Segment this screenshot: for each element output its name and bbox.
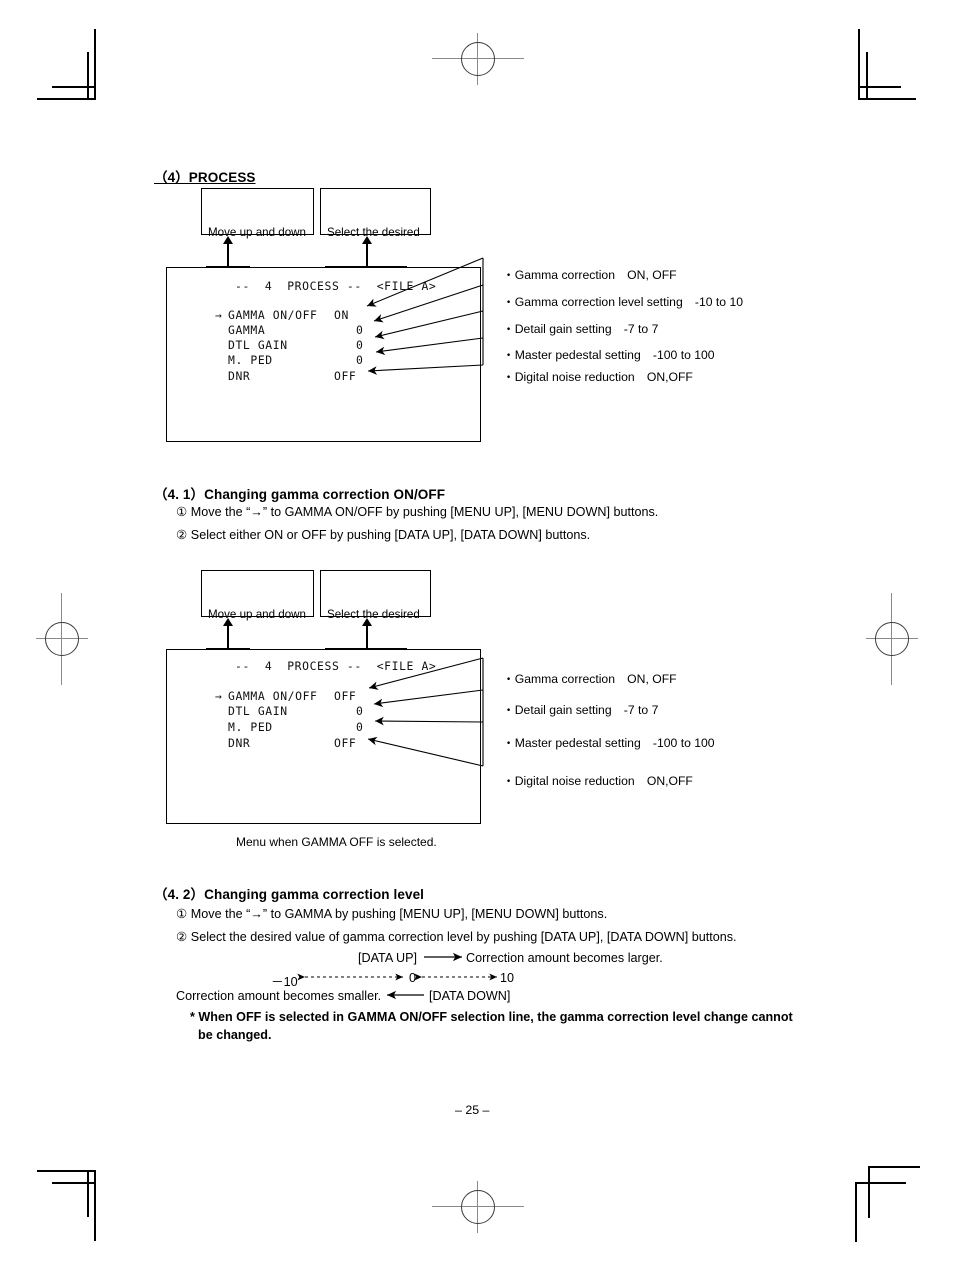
- section-4-2-note-line-2: be changed.: [198, 1028, 272, 1042]
- manual-page: （4）PROCESS Move up and down by pushing M…: [0, 0, 954, 1269]
- page-number: – 25 –: [455, 1103, 490, 1117]
- scale-arrows-group: 0 (dashed double arrow) --> 10 (dashed d…: [297, 952, 497, 1000]
- section-4-2-note-line-1: * When OFF is selected in GAMMA ON/OFF s…: [190, 1010, 793, 1024]
